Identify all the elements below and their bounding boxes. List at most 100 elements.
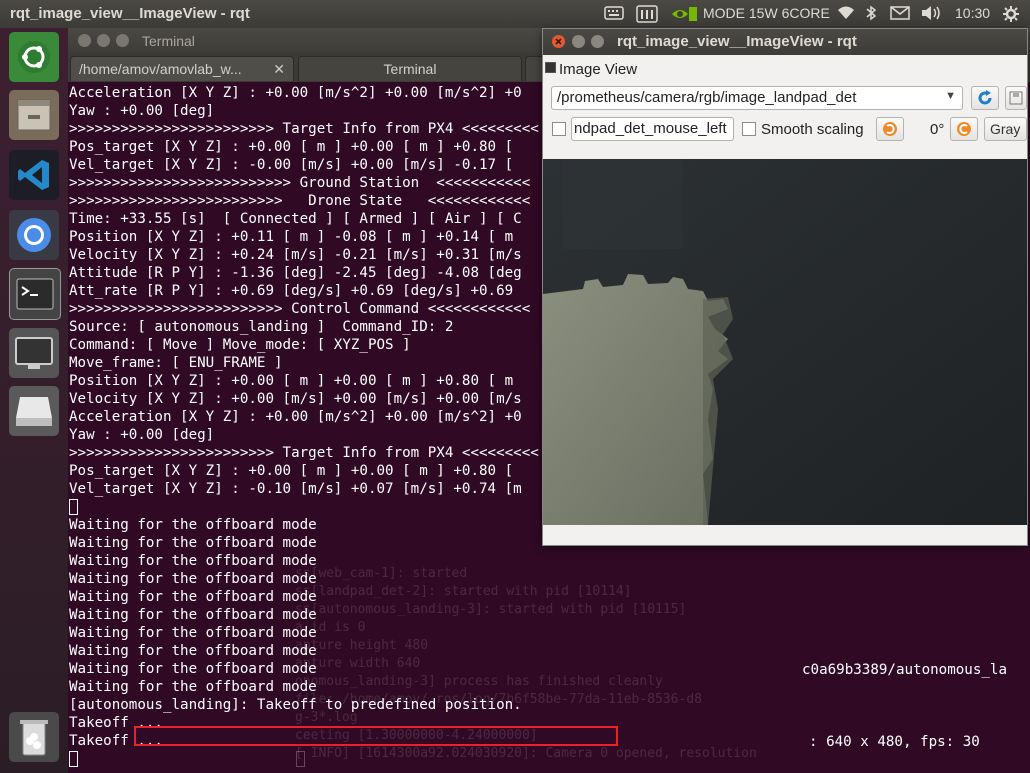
terminal-line-right: c0a69b3389/autonomous_la xyxy=(802,662,1007,678)
mail-icon[interactable] xyxy=(890,5,910,24)
terminal-line: Position [X Y Z] : +0.11 [ m ] -0.08 [ m… xyxy=(69,229,514,245)
terminal-line: Waiting for the offboard mode xyxy=(69,535,317,551)
smooth-scaling-checkbox[interactable] xyxy=(742,122,756,136)
color-scheme-select[interactable]: Gray xyxy=(984,117,1027,141)
terminal-line: Waiting for the offboard mode xyxy=(69,679,317,695)
terminal-line: [autonomous_landing]: Takeoff to predefi… xyxy=(69,697,522,713)
rotate-right-icon xyxy=(957,122,971,136)
display-icon[interactable] xyxy=(9,328,59,378)
bluetooth-icon[interactable] xyxy=(865,5,877,24)
terminal-line: >>>>>>>>>>>>>>>>>>>>>>>>> Drone State <<… xyxy=(69,193,531,209)
highlight-box xyxy=(134,726,618,746)
topic-select[interactable]: /prometheus/camera/rgb/image_landpad_det… xyxy=(551,86,963,110)
terminal-line: Waiting for the offboard mode xyxy=(69,553,317,569)
terminal-line: Acceleration [X Y Z] : +0.00 [m/s^2] +0.… xyxy=(69,409,522,425)
terminal-line: Pos_target [X Y Z] : +0.00 [ m ] +0.00 [… xyxy=(69,139,514,155)
background-log-text: ss[autonomous_landing-3]: started with p… xyxy=(295,602,687,617)
rqt-window: rqt_image_view__ImageView - rqt Image Vi… xyxy=(542,28,1028,546)
file-manager-icon[interactable] xyxy=(9,90,59,140)
rotate-left-icon xyxy=(883,122,897,136)
terminal-line: Move_frame: [ ENU_FRAME ] xyxy=(69,355,283,371)
nvidia-icon[interactable] xyxy=(670,5,698,26)
camera-image xyxy=(543,159,1027,525)
save-icon xyxy=(1009,91,1023,105)
rqt-maximize-icon[interactable] xyxy=(591,35,604,48)
terminal-line: Velocity [X Y Z] : +0.24 [m/s] -0.21 [m/… xyxy=(69,247,522,263)
tab-label: /home/amov/amovlab_w... xyxy=(79,61,242,77)
top-panel: rqt_image_view__ImageView - rqt MODE 15W… xyxy=(0,0,1030,28)
terminal-cursor xyxy=(296,751,305,767)
terminal-maximize-icon[interactable] xyxy=(116,34,129,47)
rqt-close-icon[interactable] xyxy=(552,35,565,48)
chromium-icon[interactable] xyxy=(9,210,59,260)
terminal-cursor xyxy=(69,751,78,767)
tab-close-icon[interactable]: ✕ xyxy=(273,57,285,81)
terminal-line: Source: [ autonomous_landing ] Command_I… xyxy=(69,319,454,335)
ubuntu-dash-icon[interactable] xyxy=(9,32,59,82)
mouse-publish-checkbox[interactable] xyxy=(552,122,566,136)
chevron-down-icon: ▼ xyxy=(945,90,956,102)
refresh-icon xyxy=(978,90,992,105)
terminal-line: >>>>>>>>>>>>>>>>>>>>>>>> Target Info fro… xyxy=(69,445,539,461)
terminal-line: Vel_target [X Y Z] : -0.00 [m/s] +0.00 [… xyxy=(69,157,514,173)
tab-terminal[interactable]: Terminal xyxy=(298,56,522,81)
terminal-line: Waiting for the offboard mode xyxy=(69,517,317,533)
terminal-line: Yaw : +0.00 [deg] xyxy=(69,427,215,443)
terminal-line: Waiting for the offboard mode xyxy=(69,589,317,605)
rqt-minimize-icon[interactable] xyxy=(572,35,585,48)
terminal-line: Att_rate [R P Y] : +0.69 [deg/s] +0.69 [… xyxy=(69,283,514,299)
color-scheme-value: Gray xyxy=(990,121,1021,137)
terminal-line: Attitude [R P Y] : -1.36 [deg] -2.45 [de… xyxy=(69,265,522,281)
drive-icon[interactable] xyxy=(9,386,59,436)
active-window-title: rqt_image_view__ImageView - rqt xyxy=(10,5,250,22)
terminal-icon[interactable] xyxy=(9,268,61,320)
camera-feed xyxy=(543,159,1027,525)
background-log-text: onomous_landing-3] process has finished … xyxy=(295,674,663,689)
terminal-line: Yaw : +0.00 [deg] xyxy=(69,103,215,119)
terminal-line: Vel_target [X Y Z] : -0.10 [m/s] +0.07 [… xyxy=(69,481,522,497)
background-log-text: ss[landpad_det-2]: started with pid [101… xyxy=(295,584,632,599)
system-monitor-icon[interactable] xyxy=(636,5,658,26)
tab-label: Terminal xyxy=(383,61,437,77)
power-mode[interactable]: MODE 15W 6CORE xyxy=(703,5,830,21)
terminal-line: Waiting for the offboard mode xyxy=(69,571,317,587)
plugin-title: Image View xyxy=(559,61,638,78)
terminal-line: Position [X Y Z] : +0.00 [ m ] +0.00 [ m… xyxy=(69,373,514,389)
terminal-line: Command: [ Move ] Move_mode: [ XYZ_POS ] xyxy=(69,337,411,353)
terminal-line: Acceleration [X Y Z] : +0.00 [m/s^2] +0.… xyxy=(69,85,522,101)
terminal-title: Terminal xyxy=(142,33,195,49)
volume-icon[interactable] xyxy=(920,5,942,24)
trash-icon[interactable] xyxy=(9,712,59,762)
terminal-line: Waiting for the offboard mode xyxy=(69,643,317,659)
settings-icon[interactable] xyxy=(1002,5,1020,26)
keyboard-icon[interactable] xyxy=(604,5,624,24)
terminal-line: Velocity [X Y Z] : +0.00 [m/s] +0.00 [m/… xyxy=(69,391,522,407)
plugin-icon[interactable] xyxy=(545,62,556,73)
rqt-title: rqt_image_view__ImageView - rqt xyxy=(617,33,857,50)
rqt-titlebar: rqt_image_view__ImageView - rqt xyxy=(543,29,1027,55)
mouse-topic-field[interactable]: ndpad_det_mouse_left xyxy=(571,117,734,141)
smooth-scaling-label: Smooth scaling xyxy=(761,121,864,138)
clock[interactable]: 10:30 xyxy=(955,5,990,21)
background-log-text: [ INFO] [1614300a92.024030920]: Camera 0… xyxy=(295,746,757,761)
terminal-line: Waiting for the offboard mode xyxy=(69,625,317,641)
terminal-line: Waiting for the offboard mode xyxy=(69,661,317,677)
terminal-line: Waiting for the offboard mode xyxy=(69,607,317,623)
save-image-button[interactable] xyxy=(1005,86,1027,110)
terminal-minimize-icon[interactable] xyxy=(97,34,110,47)
terminal-line: >>>>>>>>>>>>>>>>>>>>>>>>>> Ground Statio… xyxy=(69,175,531,191)
wifi-icon[interactable] xyxy=(836,5,856,24)
terminal-cursor xyxy=(69,499,78,515)
topic-value: /prometheus/camera/rgb/image_landpad_det xyxy=(557,89,857,106)
tab-amovlab[interactable]: /home/amov/amovlab_w... ✕ xyxy=(70,56,294,81)
rotation-value: 0° xyxy=(930,121,945,138)
background-log-text: ss[web_cam-1]: started xyxy=(295,566,468,581)
rotate-right-button[interactable] xyxy=(950,117,978,141)
refresh-button[interactable] xyxy=(971,86,999,110)
terminal-line: Time: +33.55 [s] [ Connected ] [ Armed ]… xyxy=(69,211,522,227)
terminal-line: >>>>>>>>>>>>>>>>>>>>>>>>> Control Comman… xyxy=(69,301,531,317)
terminal-close-icon[interactable] xyxy=(78,34,91,47)
terminal-line: >>>>>>>>>>>>>>>>>>>>>>>> Target Info fro… xyxy=(69,121,539,137)
vscode-icon[interactable] xyxy=(9,150,59,200)
rotate-left-button[interactable] xyxy=(876,117,904,141)
